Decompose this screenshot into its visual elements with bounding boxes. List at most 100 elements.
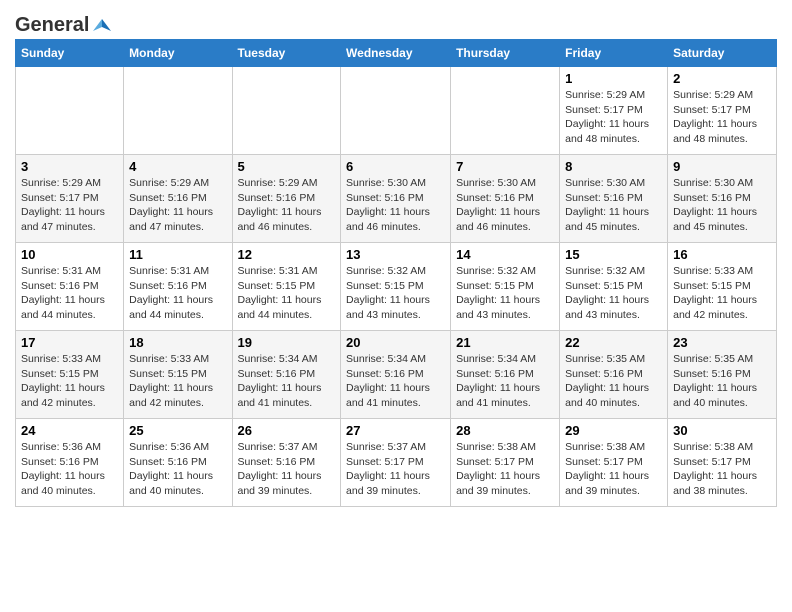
- calendar-cell: [341, 67, 451, 155]
- day-number: 20: [346, 335, 445, 350]
- day-number: 10: [21, 247, 118, 262]
- calendar-cell: 29 Sunrise: 5:38 AM Sunset: 5:17 PM Dayli…: [560, 419, 668, 507]
- page-header: General: [15, 10, 777, 33]
- day-info: Sunrise: 5:37 AM Sunset: 5:16 PM Dayligh…: [238, 440, 336, 499]
- day-number: 13: [346, 247, 445, 262]
- day-number: 28: [456, 423, 554, 438]
- day-number: 26: [238, 423, 336, 438]
- day-number: 25: [129, 423, 226, 438]
- day-number: 22: [565, 335, 662, 350]
- day-number: 24: [21, 423, 118, 438]
- calendar-cell: 24 Sunrise: 5:36 AM Sunset: 5:16 PM Dayli…: [16, 419, 124, 507]
- day-number: 27: [346, 423, 445, 438]
- day-info: Sunrise: 5:38 AM Sunset: 5:17 PM Dayligh…: [673, 440, 771, 499]
- day-number: 3: [21, 159, 118, 174]
- day-info: Sunrise: 5:30 AM Sunset: 5:16 PM Dayligh…: [346, 176, 445, 235]
- day-info: Sunrise: 5:34 AM Sunset: 5:16 PM Dayligh…: [238, 352, 336, 411]
- day-info: Sunrise: 5:34 AM Sunset: 5:16 PM Dayligh…: [346, 352, 445, 411]
- day-number: 21: [456, 335, 554, 350]
- day-number: 7: [456, 159, 554, 174]
- day-info: Sunrise: 5:35 AM Sunset: 5:16 PM Dayligh…: [673, 352, 771, 411]
- day-number: 4: [129, 159, 226, 174]
- weekday-header-monday: Monday: [124, 40, 232, 67]
- day-info: Sunrise: 5:30 AM Sunset: 5:16 PM Dayligh…: [456, 176, 554, 235]
- day-number: 6: [346, 159, 445, 174]
- day-number: 8: [565, 159, 662, 174]
- day-info: Sunrise: 5:38 AM Sunset: 5:17 PM Dayligh…: [565, 440, 662, 499]
- day-number: 17: [21, 335, 118, 350]
- calendar-header-row: SundayMondayTuesdayWednesdayThursdayFrid…: [16, 40, 777, 67]
- weekday-header-sunday: Sunday: [16, 40, 124, 67]
- day-number: 23: [673, 335, 771, 350]
- day-number: 12: [238, 247, 336, 262]
- weekday-header-saturday: Saturday: [668, 40, 777, 67]
- calendar-cell: 15Sunrise: 5:32 AM Sunset: 5:15 PM Dayli…: [560, 243, 668, 331]
- calendar-cell: 19 Sunrise: 5:34 AM Sunset: 5:16 PM Dayli…: [232, 331, 341, 419]
- calendar-cell: 6 Sunrise: 5:30 AM Sunset: 5:16 PM Daylig…: [341, 155, 451, 243]
- calendar-cell: 7 Sunrise: 5:30 AM Sunset: 5:16 PM Daylig…: [451, 155, 560, 243]
- day-info: Sunrise: 5:36 AM Sunset: 5:16 PM Dayligh…: [21, 440, 118, 499]
- day-number: 16: [673, 247, 771, 262]
- calendar-cell: [451, 67, 560, 155]
- day-info: Sunrise: 5:31 AM Sunset: 5:16 PM Dayligh…: [129, 264, 226, 323]
- calendar-cell: 28Sunrise: 5:38 AM Sunset: 5:17 PM Dayli…: [451, 419, 560, 507]
- day-number: 1: [565, 71, 662, 86]
- calendar-cell: [16, 67, 124, 155]
- week-row-1: 1 Sunrise: 5:29 AM Sunset: 5:17 PM Daylig…: [16, 67, 777, 155]
- day-info: Sunrise: 5:29 AM Sunset: 5:16 PM Dayligh…: [129, 176, 226, 235]
- logo: General: [15, 10, 113, 33]
- calendar-cell: 20 Sunrise: 5:34 AM Sunset: 5:16 PM Dayli…: [341, 331, 451, 419]
- calendar-cell: 14Sunrise: 5:32 AM Sunset: 5:15 PM Dayli…: [451, 243, 560, 331]
- week-row-5: 24 Sunrise: 5:36 AM Sunset: 5:16 PM Dayli…: [16, 419, 777, 507]
- day-number: 9: [673, 159, 771, 174]
- day-info: Sunrise: 5:31 AM Sunset: 5:16 PM Dayligh…: [21, 264, 118, 323]
- week-row-4: 17 Sunrise: 5:33 AM Sunset: 5:15 PM Dayli…: [16, 331, 777, 419]
- day-number: 5: [238, 159, 336, 174]
- day-info: Sunrise: 5:31 AM Sunset: 5:15 PM Dayligh…: [238, 264, 336, 323]
- day-info: Sunrise: 5:33 AM Sunset: 5:15 PM Dayligh…: [21, 352, 118, 411]
- calendar-cell: [124, 67, 232, 155]
- calendar-cell: 11 Sunrise: 5:31 AM Sunset: 5:16 PM Dayli…: [124, 243, 232, 331]
- day-info: Sunrise: 5:29 AM Sunset: 5:17 PM Dayligh…: [21, 176, 118, 235]
- week-row-2: 3 Sunrise: 5:29 AM Sunset: 5:17 PM Daylig…: [16, 155, 777, 243]
- calendar-cell: 13 Sunrise: 5:32 AM Sunset: 5:15 PM Dayli…: [341, 243, 451, 331]
- calendar-cell: 26 Sunrise: 5:37 AM Sunset: 5:16 PM Dayli…: [232, 419, 341, 507]
- calendar-cell: 23 Sunrise: 5:35 AM Sunset: 5:16 PM Dayli…: [668, 331, 777, 419]
- day-info: Sunrise: 5:30 AM Sunset: 5:16 PM Dayligh…: [565, 176, 662, 235]
- calendar-cell: 2Sunrise: 5:29 AM Sunset: 5:17 PM Daylig…: [668, 67, 777, 155]
- calendar-cell: 30Sunrise: 5:38 AM Sunset: 5:17 PM Dayli…: [668, 419, 777, 507]
- week-row-3: 10 Sunrise: 5:31 AM Sunset: 5:16 PM Dayli…: [16, 243, 777, 331]
- day-info: Sunrise: 5:32 AM Sunset: 5:15 PM Dayligh…: [346, 264, 445, 323]
- calendar-cell: 16 Sunrise: 5:33 AM Sunset: 5:15 PM Dayli…: [668, 243, 777, 331]
- day-info: Sunrise: 5:32 AM Sunset: 5:15 PM Dayligh…: [565, 264, 662, 323]
- day-number: 18: [129, 335, 226, 350]
- day-info: Sunrise: 5:33 AM Sunset: 5:15 PM Dayligh…: [673, 264, 771, 323]
- calendar-table: SundayMondayTuesdayWednesdayThursdayFrid…: [15, 39, 777, 507]
- calendar-cell: 17 Sunrise: 5:33 AM Sunset: 5:15 PM Dayli…: [16, 331, 124, 419]
- day-info: Sunrise: 5:34 AM Sunset: 5:16 PM Dayligh…: [456, 352, 554, 411]
- day-number: 29: [565, 423, 662, 438]
- day-info: Sunrise: 5:30 AM Sunset: 5:16 PM Dayligh…: [673, 176, 771, 235]
- calendar-cell: 22 Sunrise: 5:35 AM Sunset: 5:16 PM Dayli…: [560, 331, 668, 419]
- day-info: Sunrise: 5:33 AM Sunset: 5:15 PM Dayligh…: [129, 352, 226, 411]
- day-info: Sunrise: 5:37 AM Sunset: 5:17 PM Dayligh…: [346, 440, 445, 499]
- day-number: 2: [673, 71, 771, 86]
- calendar-cell: 4 Sunrise: 5:29 AM Sunset: 5:16 PM Daylig…: [124, 155, 232, 243]
- day-number: 11: [129, 247, 226, 262]
- calendar-cell: 12 Sunrise: 5:31 AM Sunset: 5:15 PM Dayli…: [232, 243, 341, 331]
- weekday-header-wednesday: Wednesday: [341, 40, 451, 67]
- day-info: Sunrise: 5:29 AM Sunset: 5:16 PM Dayligh…: [238, 176, 336, 235]
- day-number: 14: [456, 247, 554, 262]
- weekday-header-thursday: Thursday: [451, 40, 560, 67]
- calendar-cell: 10 Sunrise: 5:31 AM Sunset: 5:16 PM Dayli…: [16, 243, 124, 331]
- calendar-cell: 18 Sunrise: 5:33 AM Sunset: 5:15 PM Dayli…: [124, 331, 232, 419]
- day-number: 19: [238, 335, 336, 350]
- calendar-cell: 3 Sunrise: 5:29 AM Sunset: 5:17 PM Daylig…: [16, 155, 124, 243]
- logo-bird-icon: [91, 15, 113, 37]
- day-info: Sunrise: 5:35 AM Sunset: 5:16 PM Dayligh…: [565, 352, 662, 411]
- calendar-cell: 21 Sunrise: 5:34 AM Sunset: 5:16 PM Dayli…: [451, 331, 560, 419]
- day-info: Sunrise: 5:29 AM Sunset: 5:17 PM Dayligh…: [565, 88, 662, 147]
- calendar-cell: [232, 67, 341, 155]
- calendar-cell: 5 Sunrise: 5:29 AM Sunset: 5:16 PM Daylig…: [232, 155, 341, 243]
- weekday-header-friday: Friday: [560, 40, 668, 67]
